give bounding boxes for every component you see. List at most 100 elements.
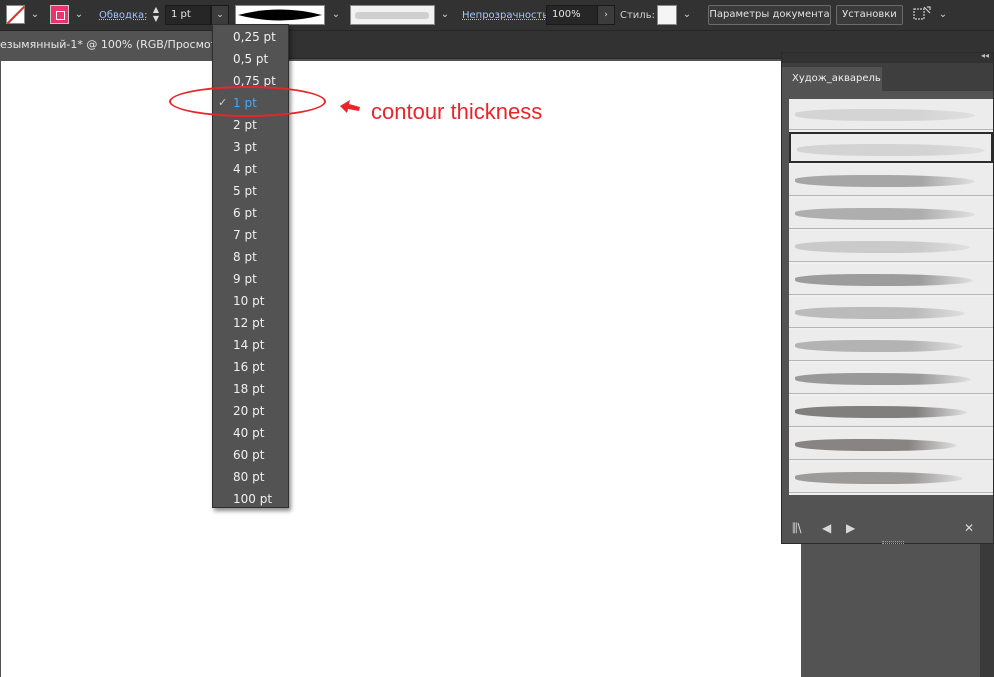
menu-item-label: 9 pt — [233, 272, 257, 286]
brush-item[interactable] — [789, 462, 993, 493]
brush-item[interactable] — [789, 429, 993, 460]
panel-tab-bar: Худож_акварель — [782, 63, 993, 91]
menu-item-stroke-weight[interactable]: 2 pt — [213, 114, 288, 136]
chevron-down-icon[interactable]: ⌄ — [329, 8, 343, 22]
chevron-right-icon[interactable]: › — [597, 5, 615, 25]
brush-item[interactable] — [789, 99, 993, 130]
menu-item-label: 20 pt — [233, 404, 265, 418]
fill-swatch[interactable] — [6, 5, 25, 24]
menu-item-stroke-weight[interactable]: 100 pt — [213, 488, 288, 510]
menu-item-stroke-weight[interactable]: 20 pt — [213, 400, 288, 422]
brush-item[interactable] — [789, 264, 993, 295]
opacity-input[interactable]: 100% — [546, 5, 598, 25]
menu-item-stroke-weight[interactable]: 7 pt — [213, 224, 288, 246]
menu-item-label: 7 pt — [233, 228, 257, 242]
stroke-swatch[interactable] — [50, 5, 69, 24]
menu-item-stroke-weight[interactable]: 18 pt — [213, 378, 288, 400]
menu-item-stroke-weight[interactable]: 0,25 pt — [213, 26, 288, 48]
brush-item[interactable] — [789, 297, 993, 328]
menu-item-label: 100 pt — [233, 492, 273, 506]
menu-item-label: 60 pt — [233, 448, 265, 462]
menu-item-stroke-weight[interactable]: 40 pt — [213, 422, 288, 444]
menu-item-stroke-weight[interactable]: 3 pt — [213, 136, 288, 158]
brush-stroke-preview — [795, 175, 975, 187]
menu-item-stroke-weight[interactable]: 16 pt — [213, 356, 288, 378]
brush-definition[interactable] — [350, 5, 435, 25]
previous-library-icon[interactable]: ◀ — [822, 521, 831, 535]
stroke-weight-dropdown-button[interactable]: ⌄ — [211, 5, 229, 25]
brush-item[interactable] — [789, 396, 993, 427]
align-icon[interactable] — [912, 6, 932, 24]
annotation-text: contour thickness — [371, 99, 543, 124]
brush-stroke-preview — [795, 406, 967, 418]
menu-item-label: 40 pt — [233, 426, 265, 440]
brush-stroke-preview — [797, 144, 985, 156]
preferences-button[interactable]: Установки — [836, 5, 903, 25]
brush-libraries-menu-icon[interactable]: ⫼\ — [792, 521, 802, 536]
brush-preview-shape — [355, 12, 429, 19]
collapse-icon[interactable]: ◂◂ — [981, 51, 989, 60]
menu-item-stroke-weight[interactable]: 9 pt — [213, 268, 288, 290]
next-library-icon[interactable]: ▶ — [846, 521, 855, 535]
menu-item-stroke-weight[interactable]: 80 pt — [213, 466, 288, 488]
brush-item[interactable] — [789, 132, 993, 163]
menu-item-label: 4 pt — [233, 162, 257, 176]
menu-item-stroke-weight[interactable]: 10 pt — [213, 290, 288, 312]
menu-item-stroke-weight[interactable]: 5 pt — [213, 180, 288, 202]
menu-item-stroke-weight[interactable]: 0,5 pt — [213, 48, 288, 70]
menu-item-label: 10 pt — [233, 294, 265, 308]
brush-stroke-preview — [795, 472, 963, 484]
chevron-down-icon[interactable]: ⌄ — [72, 8, 86, 22]
menu-item-stroke-weight[interactable]: 14 pt — [213, 334, 288, 356]
brush-stroke-preview — [795, 307, 965, 319]
brush-item[interactable] — [789, 198, 993, 229]
menu-item-label: 16 pt — [233, 360, 265, 374]
menu-item-label: 5 pt — [233, 184, 257, 198]
panel-footer: ⫼\ ◀ ▶ ✕ — [782, 515, 993, 543]
menu-item-stroke-weight[interactable]: 8 pt — [213, 246, 288, 268]
control-bar: ⌄ ⌄ Обводка: ▲ ▼ 1 pt ⌄ ⌄ ⌄ Непрозрачност… — [0, 0, 994, 31]
brush-stroke-preview — [795, 208, 975, 220]
document-setup-button[interactable]: Параметры документа — [708, 5, 831, 25]
brush-stroke-preview — [795, 109, 975, 121]
brush-item[interactable] — [789, 363, 993, 394]
stroke-weight-stepper[interactable]: ▲ ▼ — [149, 5, 163, 25]
width-profile-shape — [238, 9, 322, 21]
stroke-weight-input[interactable]: 1 pt — [165, 5, 211, 25]
brush-stroke-preview — [795, 274, 973, 286]
remove-brush-stroke-icon[interactable]: ✕ — [964, 521, 974, 535]
document-tab[interactable]: езымянный-1* @ 100% (RGB/Просмотр) — [0, 31, 220, 59]
opacity-label[interactable]: Непрозрачность: — [462, 10, 552, 21]
tab-watercolor-brushes[interactable]: Худож_акварель — [782, 67, 882, 91]
menu-item-stroke-weight[interactable]: 60 pt — [213, 444, 288, 466]
panel-resize-grip[interactable] — [882, 541, 904, 544]
menu-item-label: 12 pt — [233, 316, 265, 330]
panel-header[interactable]: ◂◂ — [782, 51, 993, 63]
menu-item-label: 3 pt — [233, 140, 257, 154]
vertical-scrollbar[interactable] — [980, 540, 994, 677]
menu-item-label: 0,25 pt — [233, 30, 276, 44]
menu-item-label: 6 pt — [233, 206, 257, 220]
artboard[interactable] — [1, 61, 801, 677]
chevron-down-icon[interactable]: ⌄ — [936, 8, 950, 22]
menu-item-label: 8 pt — [233, 250, 257, 264]
graphic-style-swatch[interactable] — [657, 5, 677, 25]
chevron-down-icon[interactable]: ⌄ — [680, 8, 694, 22]
brush-item[interactable] — [789, 165, 993, 196]
brush-stroke-preview — [795, 241, 970, 253]
menu-item-label: 18 pt — [233, 382, 265, 396]
brush-item[interactable] — [789, 231, 993, 262]
menu-item-label: 2 pt — [233, 118, 257, 132]
brush-stroke-preview — [795, 439, 957, 451]
menu-item-stroke-weight[interactable]: 4 pt — [213, 158, 288, 180]
variable-width-profile[interactable] — [235, 5, 325, 25]
menu-item-label: 0,5 pt — [233, 52, 269, 66]
chevron-down-icon[interactable]: ⌄ — [438, 8, 452, 22]
annotation-ellipse — [169, 86, 326, 117]
menu-item-stroke-weight[interactable]: 6 pt — [213, 202, 288, 224]
brush-list — [789, 99, 993, 495]
stroke-label[interactable]: Обводка: — [99, 10, 148, 21]
chevron-down-icon[interactable]: ⌄ — [28, 8, 42, 22]
brush-item[interactable] — [789, 330, 993, 361]
menu-item-stroke-weight[interactable]: 12 pt — [213, 312, 288, 334]
